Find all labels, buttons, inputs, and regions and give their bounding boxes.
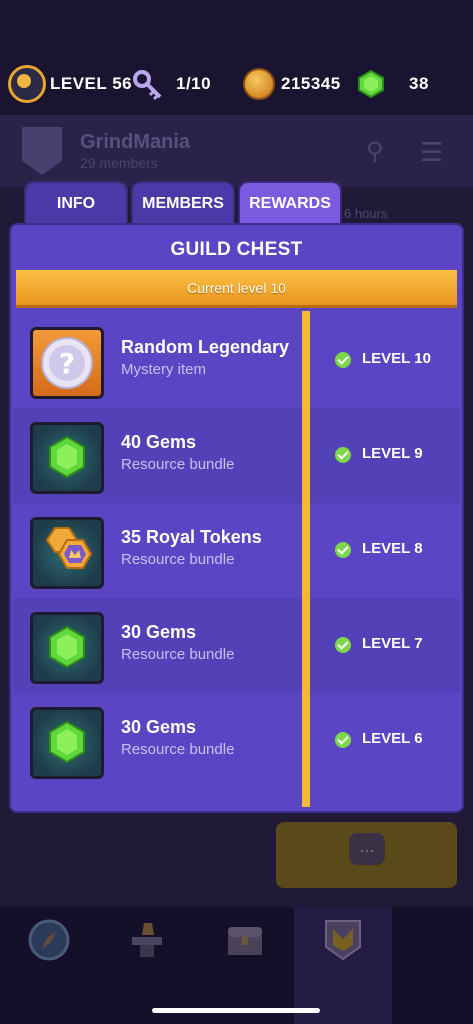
tab-info[interactable]: INFO [24, 181, 128, 225]
key-icon [133, 70, 162, 101]
reward-level: LEVEL 9 [362, 445, 423, 462]
chat-bubble-icon: ... [349, 833, 385, 865]
guild-member-count: 29 members [80, 155, 158, 171]
reward-name: 35 Royal Tokens [121, 527, 262, 547]
bottom-nav [0, 907, 473, 1024]
nav-guild[interactable] [294, 907, 392, 1024]
compass-icon [28, 919, 70, 961]
level-badge-icon [8, 65, 46, 103]
reward-icon-frame [30, 612, 104, 684]
check-icon [335, 542, 351, 558]
home-indicator[interactable] [152, 1008, 320, 1013]
reward-icon-frame [30, 422, 104, 494]
reward-row[interactable]: 40 Gems Resource bundle LEVEL 9 [13, 408, 460, 503]
search-icon: ⚲ [366, 138, 384, 165]
reward-level: LEVEL 10 [362, 350, 431, 367]
reward-row[interactable]: ? Random Legendary Mystery item LEVEL 10 [13, 313, 460, 408]
level-text: LEVEL 56 [50, 74, 133, 93]
level-timeline [302, 311, 310, 807]
guild-header: GrindMania 29 members ⚲ ☰ [0, 115, 473, 187]
nav-explore[interactable] [0, 907, 98, 1024]
coins-text: 215345 [281, 74, 341, 93]
royal-token-icon [45, 527, 93, 569]
coins-counter[interactable]: 215345 [243, 64, 341, 104]
gem-icon [358, 70, 384, 98]
gem-icon [49, 435, 85, 479]
keys-counter[interactable]: 1/10 [130, 64, 211, 104]
tab-members[interactable]: MEMBERS [131, 181, 235, 225]
background-timer-text: 6 hours [344, 206, 388, 221]
reward-subtitle: Resource bundle [121, 456, 235, 473]
reward-icon-frame [30, 707, 104, 779]
reward-subtitle: Mystery item [121, 361, 207, 378]
reward-subtitle: Resource bundle [121, 741, 235, 758]
check-icon [335, 637, 351, 653]
guild-name: GrindMania [80, 131, 191, 153]
gems-counter[interactable]: 38 [357, 64, 429, 104]
tab-rewards[interactable]: REWARDS [238, 181, 342, 225]
reward-level: LEVEL 8 [362, 540, 423, 557]
reward-subtitle: Resource bundle [121, 551, 235, 568]
reward-level: LEVEL 6 [362, 730, 423, 747]
menu-icon: ☰ [420, 137, 444, 167]
keys-text: 1/10 [176, 74, 212, 93]
reward-name: Random Legendary [121, 337, 290, 357]
reward-level: LEVEL 7 [362, 635, 423, 652]
top-bar: LEVEL 56 1/10 215345 38 [0, 0, 473, 115]
reward-row[interactable]: 30 Gems Resource bundle LEVEL 7 [13, 598, 460, 693]
chest-icon [228, 927, 262, 955]
reward-row[interactable]: 30 Gems Resource bundle LEVEL 6 [13, 693, 460, 788]
chat-button[interactable]: ... [276, 822, 457, 888]
player-level[interactable]: LEVEL 56 [8, 64, 132, 104]
reward-name: 40 Gems [121, 432, 197, 452]
check-icon [335, 732, 351, 748]
anvil-icon [132, 923, 162, 957]
gem-icon [49, 720, 85, 764]
check-icon [335, 447, 351, 463]
reward-subtitle: Resource bundle [121, 646, 235, 663]
guild-emblem-icon [22, 127, 62, 175]
check-icon [335, 352, 351, 368]
nav-forge[interactable] [98, 907, 196, 1024]
current-level-banner: Current level 10 [16, 270, 457, 308]
panel-title: GUILD CHEST [170, 239, 303, 260]
reward-name: 30 Gems [121, 717, 197, 737]
reward-icon-frame: ? [30, 327, 104, 399]
reward-icon-frame [30, 517, 104, 589]
mystery-orb-icon: ? [41, 337, 93, 389]
gem-icon [49, 625, 85, 669]
coin-icon [243, 68, 275, 100]
reward-row[interactable]: 35 Royal Tokens Resource bundle LEVEL 8 [13, 503, 460, 598]
guild-chest-panel: GUILD CHEST Current level 10 ? Random Le… [9, 223, 464, 813]
guild-shield-icon [325, 920, 361, 961]
nav-chests[interactable] [196, 907, 294, 1024]
svg-text:?: ? [59, 347, 75, 380]
gems-text: 38 [409, 74, 429, 93]
reward-name: 30 Gems [121, 622, 197, 642]
